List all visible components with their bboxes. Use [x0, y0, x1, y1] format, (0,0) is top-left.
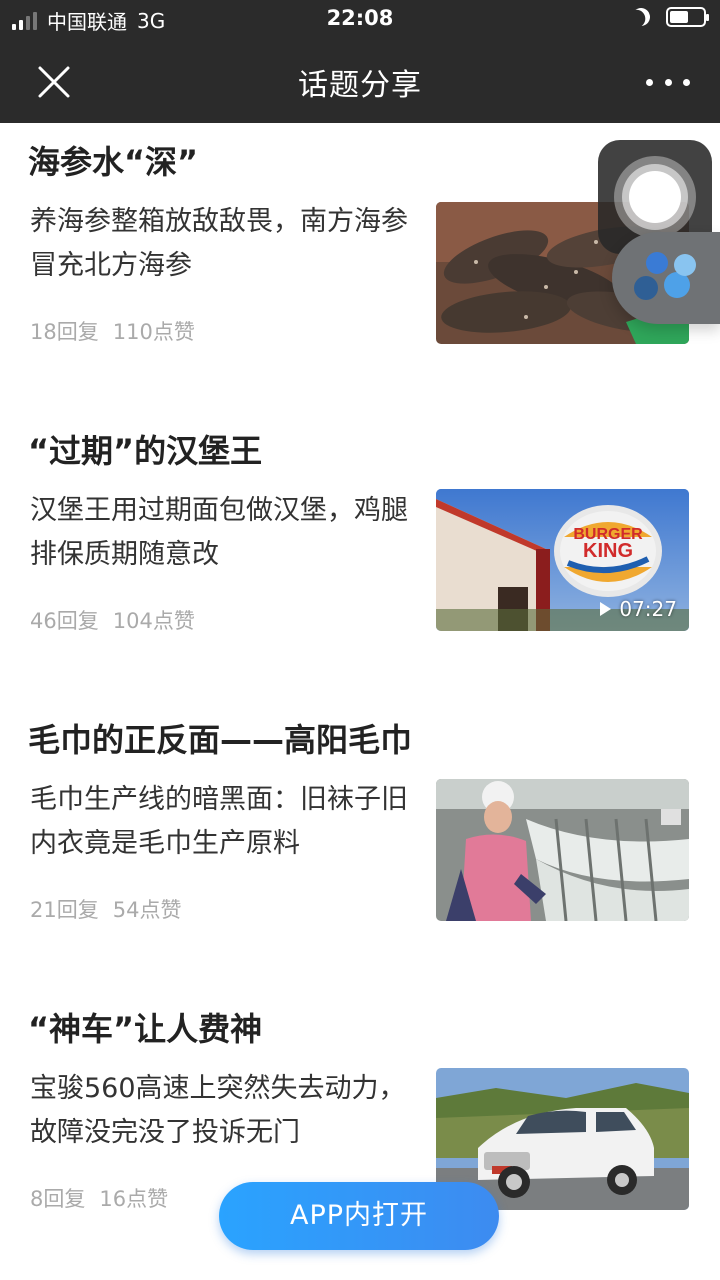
video-duration: 07:27: [619, 597, 677, 621]
like-count: 110点赞: [112, 320, 195, 344]
floating-side-tab[interactable]: [612, 232, 720, 324]
topic-title: 毛巾的正反面——高阳毛巾: [28, 721, 413, 759]
topic-title: 海参水“深”: [28, 143, 199, 181]
battery-icon: [666, 7, 709, 27]
topic-description: 养海参整箱放敌敌畏，南方海参冒充北方海参: [30, 206, 408, 281]
topic-meta: 8回复 16点赞: [30, 1183, 168, 1213]
reply-count: 8回复: [30, 1187, 86, 1211]
burger-king-photo[interactable]: BURGER KING 07:27: [436, 489, 689, 631]
like-count: 54点赞: [112, 898, 182, 922]
topic-meta: 21回复 54点赞: [30, 894, 181, 924]
like-count: 104点赞: [112, 609, 195, 633]
reply-count: 18回复: [30, 320, 99, 344]
video-duration-badge: 07:27: [600, 597, 677, 621]
like-count: 16点赞: [99, 1187, 169, 1211]
status-bar: 中国联通 3G 22:08: [0, 0, 720, 40]
topic-title: “过期”的汉堡王: [28, 432, 263, 470]
towel-factory-photo[interactable]: [436, 779, 689, 921]
reply-count: 21回复: [30, 898, 99, 922]
page-title: 话题分享: [298, 68, 422, 103]
more-icon[interactable]: [646, 64, 690, 100]
topic-description: 汉堡王用过期面包做汉堡，鸡腿排保质期随意改: [30, 495, 408, 570]
clock: 22:08: [326, 6, 394, 30]
play-icon: [600, 602, 612, 616]
topic-title: “神车”让人费神: [28, 1010, 263, 1048]
do-not-disturb-icon: [629, 5, 652, 28]
nav-bar: 话题分享: [0, 40, 720, 123]
topic-description: 宝骏560高速上突然失去动力，故障没完没了投诉无门: [30, 1073, 406, 1148]
topic-meta: 46回复 104点赞: [30, 605, 195, 635]
reply-count: 46回复: [30, 609, 99, 633]
svg-text:KING: KING: [583, 540, 633, 562]
open-in-app-button[interactable]: APP内打开: [219, 1182, 499, 1250]
topic-description: 毛巾生产线的暗黑面：旧袜子旧内衣竟是毛巾生产原料: [30, 784, 408, 859]
topic-meta: 18回复 110点赞: [30, 316, 195, 346]
